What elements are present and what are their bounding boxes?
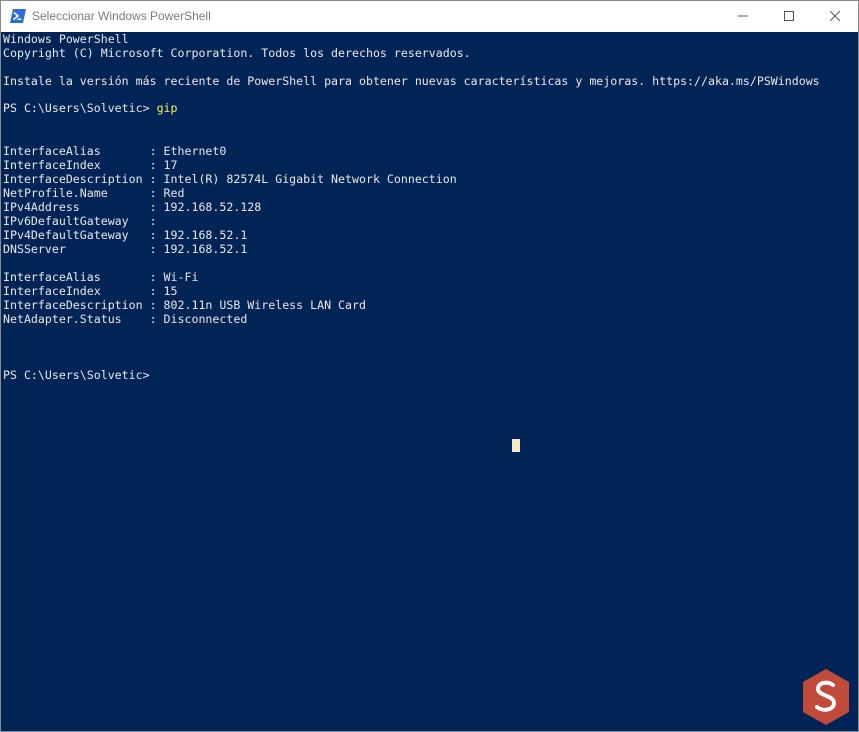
maximize-icon: [784, 8, 794, 26]
output-line: NetAdapter.Status : Disconnected: [3, 312, 248, 326]
output-line: InterfaceAlias : Ethernet0: [3, 144, 227, 158]
output-line: InterfaceIndex : 15: [3, 284, 178, 298]
output-line: InterfaceDescription : 802.11n USB Wirel…: [3, 298, 366, 312]
output-line: IPv6DefaultGateway :: [3, 214, 157, 228]
output-line: InterfaceDescription : Intel(R) 82574L G…: [3, 172, 457, 186]
prompt: PS C:\Users\Solvetic>: [3, 101, 150, 115]
close-icon: [829, 8, 841, 26]
output-line: NetProfile.Name : Red: [3, 186, 185, 200]
maximize-button[interactable]: [766, 1, 812, 32]
output-line: InterfaceAlias : Wi-Fi: [3, 270, 199, 284]
banner-line: Windows PowerShell: [3, 32, 129, 46]
solvetic-logo-icon: [800, 667, 852, 727]
banner-line: Copyright (C) Microsoft Corporation. Tod…: [3, 46, 471, 60]
text-cursor: [512, 439, 520, 452]
window-title: Seleccionar Windows PowerShell: [32, 9, 211, 23]
output-line: IPv4DefaultGateway : 192.168.52.1: [3, 228, 248, 242]
banner-line: Instale la versión más reciente de Power…: [3, 74, 820, 88]
close-button[interactable]: [812, 1, 858, 32]
output-line: InterfaceIndex : 17: [3, 158, 178, 172]
prompt: PS C:\Users\Solvetic>: [3, 368, 150, 382]
command-text: gip: [156, 101, 178, 115]
output-line: IPv4Address : 192.168.52.128: [3, 200, 262, 214]
output-line: DNSServer : 192.168.52.1: [3, 242, 248, 256]
minimize-icon: [738, 8, 748, 26]
title-bar[interactable]: Seleccionar Windows PowerShell: [1, 1, 858, 32]
command-line: PS C:\Users\Solvetic> gip: [3, 101, 178, 115]
powershell-window: Seleccionar Windows PowerShell Windows P…: [0, 0, 859, 732]
console-area[interactable]: Windows PowerShell Copyright (C) Microso…: [1, 32, 858, 731]
powershell-icon: [10, 9, 26, 23]
minimize-button[interactable]: [720, 1, 766, 32]
